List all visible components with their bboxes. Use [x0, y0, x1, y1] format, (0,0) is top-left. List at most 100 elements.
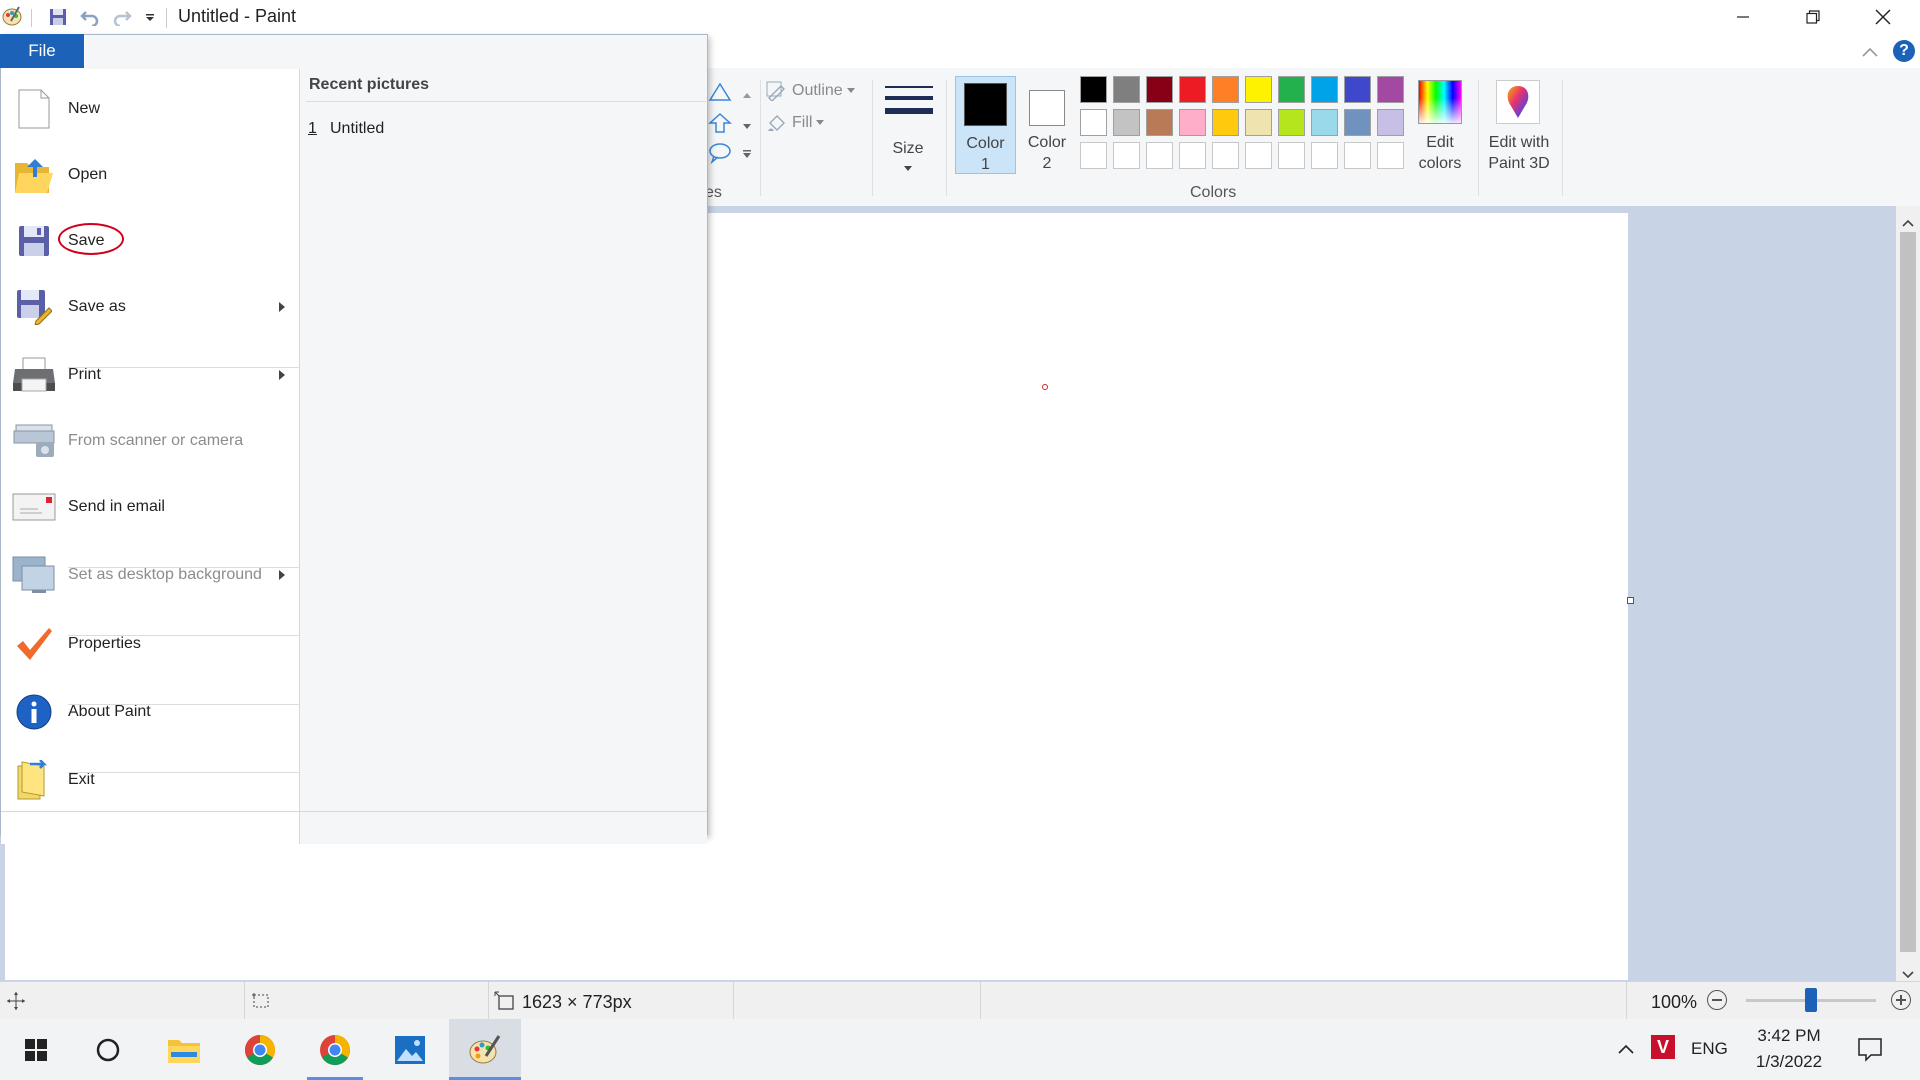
palette-swatch-empty[interactable]: [1278, 142, 1305, 169]
file-menu-item-label: From scanner or camera: [68, 432, 244, 449]
undo-icon[interactable]: [78, 6, 102, 28]
palette-swatch[interactable]: [1377, 76, 1404, 103]
zoom-slider-thumb[interactable]: [1805, 988, 1817, 1012]
start-button[interactable]: [0, 1019, 72, 1080]
palette-swatch[interactable]: [1212, 109, 1239, 136]
palette-swatch[interactable]: [1080, 76, 1107, 103]
file-tab[interactable]: File: [0, 34, 84, 68]
file-explorer-icon[interactable]: [148, 1019, 220, 1080]
clock-time[interactable]: 3:42 PM: [1735, 1026, 1843, 1046]
palette-swatch[interactable]: [1146, 109, 1173, 136]
status-bar: 1623 × 773px 100%: [0, 981, 1920, 1020]
palette-swatch-empty[interactable]: [1377, 142, 1404, 169]
zoom-level: 100%: [1651, 992, 1698, 1012]
palette-swatch[interactable]: [1245, 76, 1272, 103]
palette-swatch-empty[interactable]: [1344, 142, 1371, 169]
fill-button[interactable]: Fill: [766, 112, 846, 134]
help-icon[interactable]: ?: [1893, 40, 1915, 62]
palette-swatch[interactable]: [1113, 76, 1140, 103]
file-menu-item-save-as[interactable]: Save as: [1, 287, 299, 327]
photos-icon[interactable]: [374, 1019, 446, 1080]
divider: [31, 9, 32, 27]
zoom-in-button[interactable]: [1891, 990, 1911, 1010]
palette-swatch-empty[interactable]: [1311, 142, 1338, 169]
paint3d-icon: [1496, 80, 1540, 124]
palette-swatch[interactable]: [1311, 109, 1338, 136]
file-menu-item-send-in-email[interactable]: Send in email: [1, 487, 299, 527]
divider: [733, 982, 734, 1020]
collapse-ribbon-chevron-icon[interactable]: [1860, 42, 1880, 62]
recent-picture-item[interactable]: 1 Untitled: [308, 117, 698, 141]
palette-swatch[interactable]: [1146, 76, 1173, 103]
palette-swatch-empty[interactable]: [1080, 142, 1107, 169]
file-menu-item-new[interactable]: New: [1, 89, 299, 129]
annotation-circle: [58, 223, 124, 255]
submenu-arrow-icon: [279, 302, 285, 312]
show-hidden-icons-chevron-icon[interactable]: [1618, 1041, 1634, 1059]
palette-swatch[interactable]: [1212, 76, 1239, 103]
chrome-icon[interactable]: [299, 1019, 371, 1080]
palette-swatch[interactable]: [1278, 76, 1305, 103]
title-bar: Untitled - Paint: [0, 0, 1920, 34]
file-menu-item-properties[interactable]: Properties: [1, 624, 299, 664]
callout-shape-icon[interactable]: [708, 142, 732, 169]
edit-with-paint3d-button[interactable]: Edit with Paint 3D: [1480, 76, 1558, 176]
vertical-scrollbar[interactable]: [1896, 206, 1920, 981]
palette-swatch-empty[interactable]: [1245, 142, 1272, 169]
file-menu-item-about-paint[interactable]: About Paint: [1, 692, 299, 732]
arrow-up-shape-icon[interactable]: [708, 112, 732, 139]
fill-label: Fill: [792, 114, 813, 131]
canvas-resize-handle[interactable]: [1627, 597, 1634, 604]
file-menu-item-save[interactable]: Save: [1, 221, 299, 261]
triangle-shape-icon[interactable]: [708, 82, 732, 107]
vivaldi-tray-icon[interactable]: V: [1651, 1035, 1675, 1059]
palette-swatch[interactable]: [1344, 76, 1371, 103]
palette-swatch-empty[interactable]: [1113, 142, 1140, 169]
shapes-scroll-down-icon[interactable]: [742, 118, 752, 136]
paint-app-icon[interactable]: [0, 5, 24, 27]
outline-button[interactable]: Outline: [766, 80, 862, 102]
palette-swatch[interactable]: [1377, 109, 1404, 136]
paint-taskbar-icon[interactable]: [449, 1019, 521, 1080]
selection-size-icon: [250, 991, 272, 1016]
scroll-up-icon[interactable]: [1902, 214, 1914, 232]
image-size-icon: [494, 991, 516, 1016]
restore-button[interactable]: [1778, 0, 1848, 34]
action-center-icon[interactable]: [1857, 1036, 1883, 1067]
language-indicator[interactable]: ENG: [1691, 1039, 1728, 1059]
cortana-search-icon[interactable]: [72, 1019, 144, 1080]
palette-swatch[interactable]: [1344, 109, 1371, 136]
file-menu-item-exit[interactable]: Exit: [1, 760, 299, 800]
redo-icon[interactable]: [110, 6, 134, 28]
shapes-more-icon[interactable]: [742, 146, 752, 164]
file-menu-item-open[interactable]: Open: [1, 155, 299, 195]
minimize-button[interactable]: [1708, 0, 1778, 34]
palette-swatch-empty[interactable]: [1179, 142, 1206, 169]
file-menu-item-print[interactable]: Print: [1, 355, 299, 395]
edit-colors-button[interactable]: Edit colors: [1410, 76, 1470, 176]
clock-date[interactable]: 1/3/2022: [1735, 1052, 1843, 1072]
shapes-scroll-up-icon[interactable]: [742, 86, 752, 104]
chrome-icon[interactable]: [224, 1019, 296, 1080]
file-menu-item-set-as-desktop-background[interactable]: Set as desktop background: [1, 555, 299, 595]
scroll-thumb[interactable]: [1900, 232, 1916, 952]
image-dimensions: 1623 × 773px: [522, 992, 632, 1012]
cursor-position-icon: [6, 991, 26, 1016]
size-button[interactable]: Size: [878, 74, 938, 184]
zoom-out-button[interactable]: [1707, 990, 1727, 1010]
quick-save-icon[interactable]: [46, 6, 70, 28]
close-button[interactable]: [1848, 0, 1918, 34]
palette-swatch-empty[interactable]: [1212, 142, 1239, 169]
palette-swatch[interactable]: [1113, 109, 1140, 136]
palette-swatch[interactable]: [1278, 109, 1305, 136]
palette-swatch[interactable]: [1179, 109, 1206, 136]
file-menu-item-from-scanner-or-camera[interactable]: From scanner or camera: [1, 421, 299, 461]
palette-swatch[interactable]: [1080, 109, 1107, 136]
palette-swatch-empty[interactable]: [1146, 142, 1173, 169]
color2-button[interactable]: Color 2: [1018, 76, 1076, 174]
palette-swatch[interactable]: [1179, 76, 1206, 103]
customize-toolbar-chevron-icon[interactable]: [138, 6, 162, 28]
color1-button[interactable]: Color 1: [955, 76, 1016, 174]
palette-swatch[interactable]: [1245, 109, 1272, 136]
palette-swatch[interactable]: [1311, 76, 1338, 103]
